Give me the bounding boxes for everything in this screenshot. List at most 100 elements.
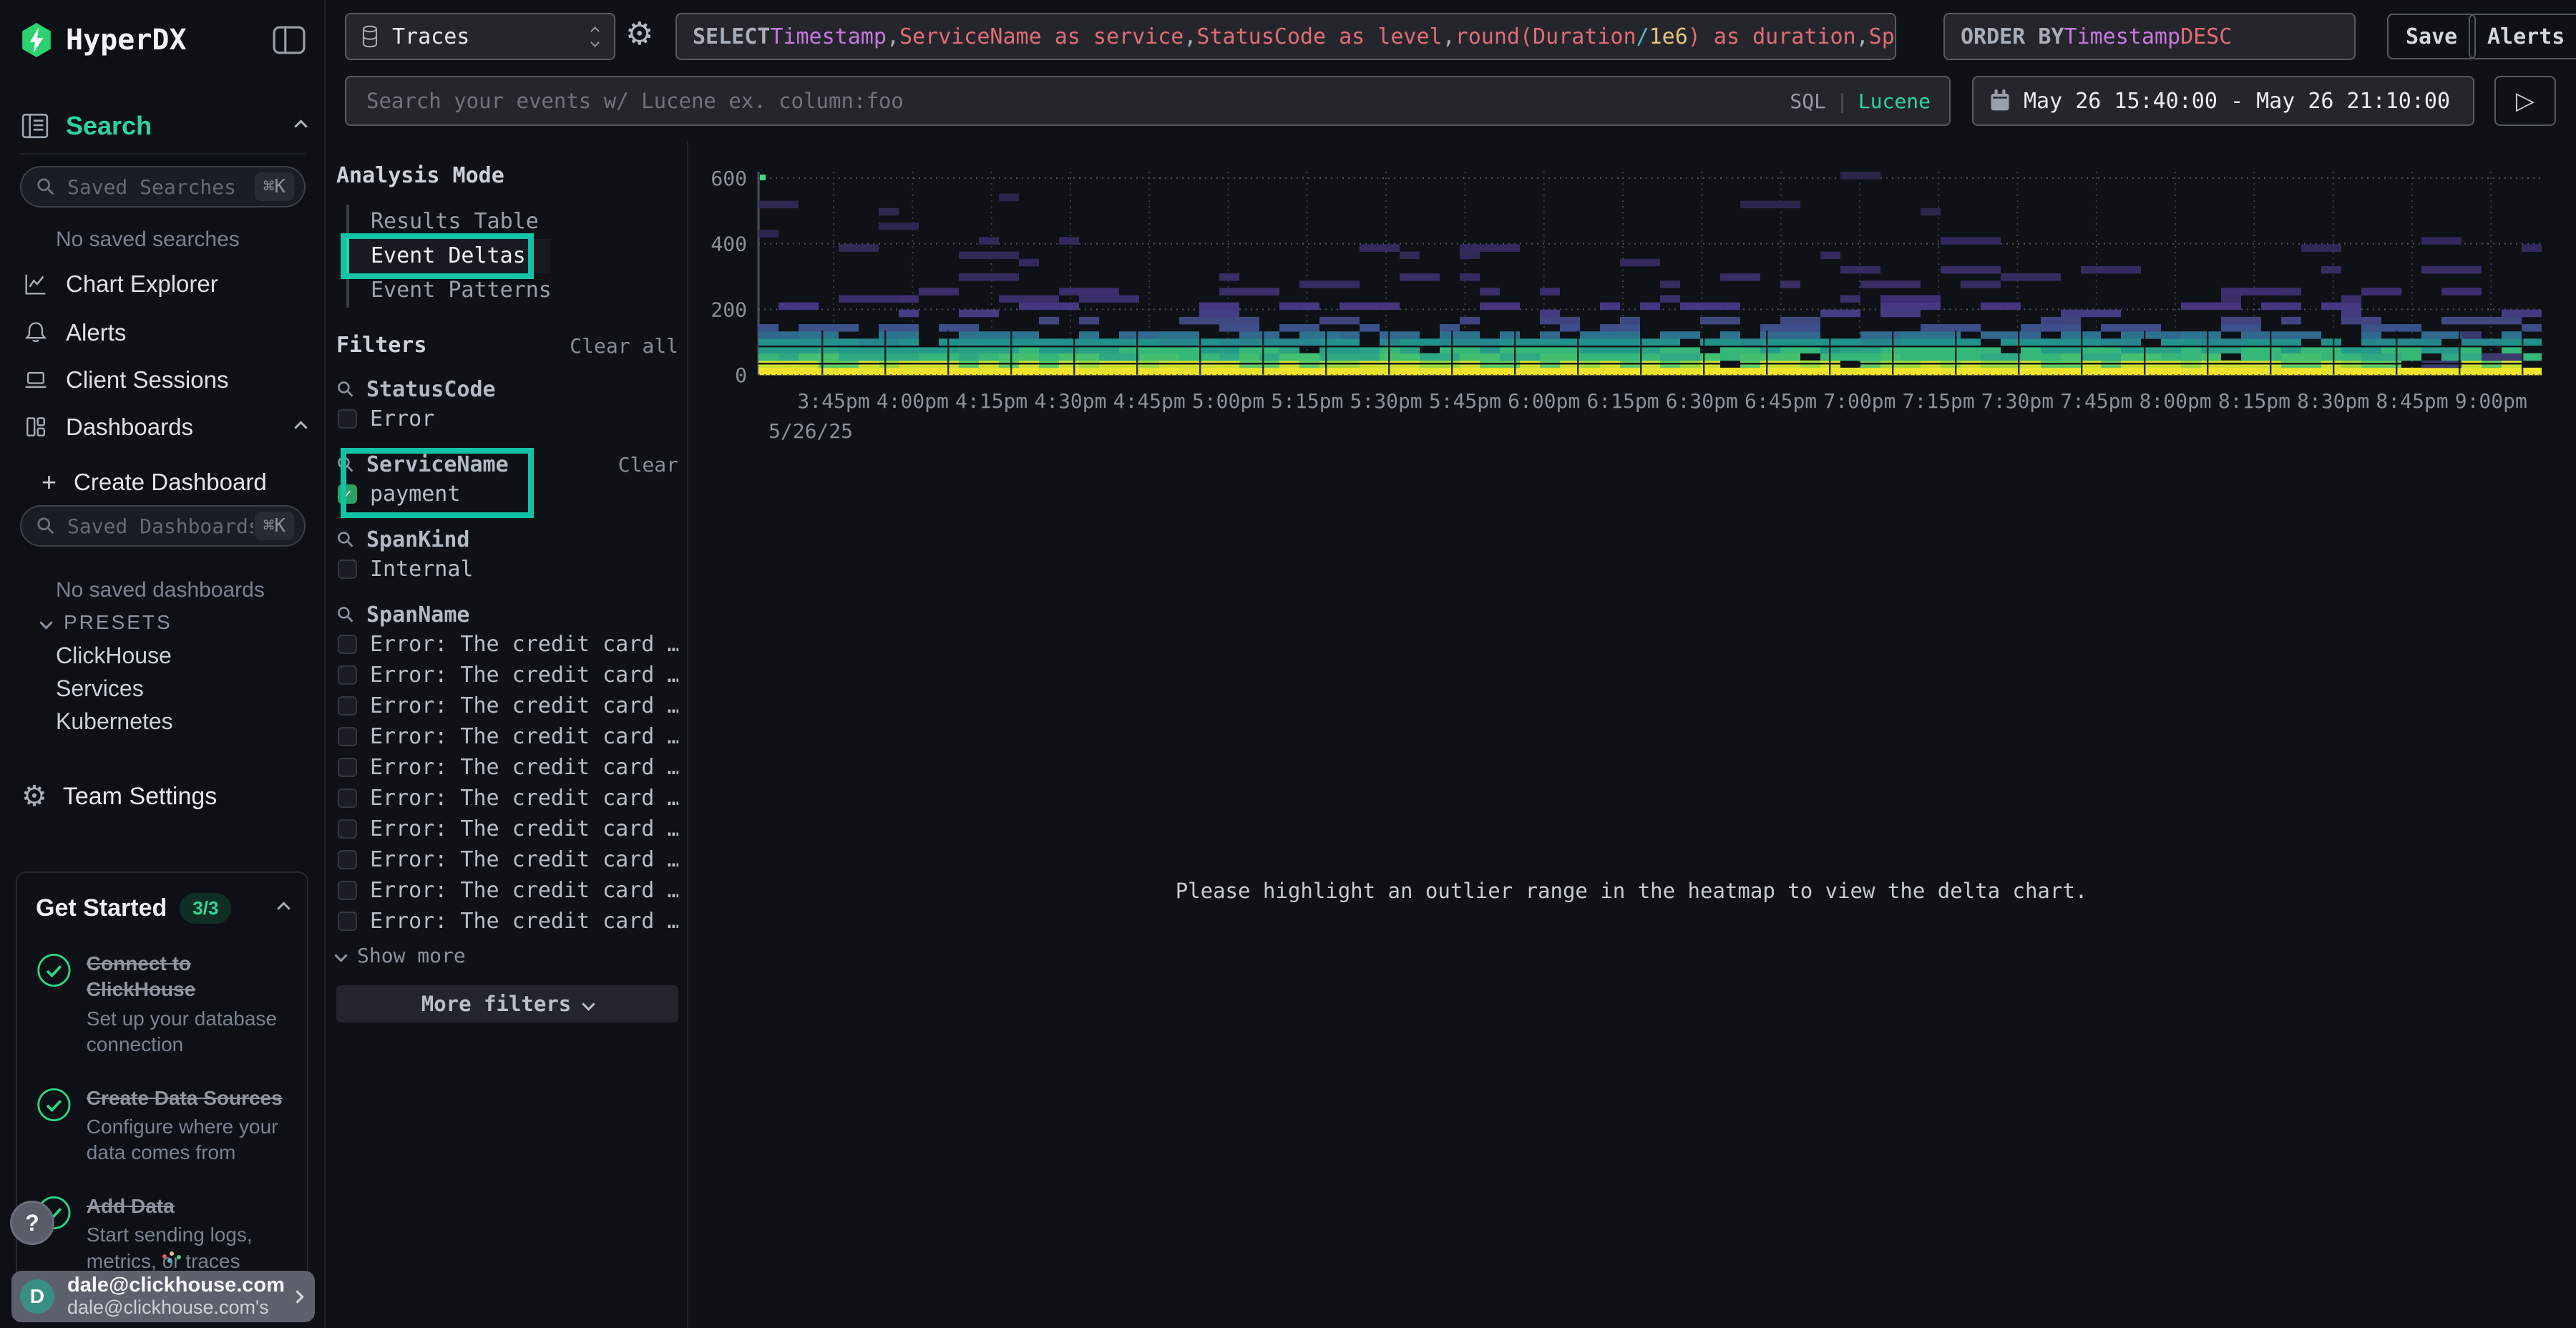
checkbox-icon[interactable] [338,881,357,900]
filter-option-label: Error: The credit card … [370,632,678,657]
sidebar-item-alerts[interactable]: Alerts [20,315,306,351]
saved-dashboards-input[interactable]: ⌘K [20,505,306,547]
filter-option-list: Error: The credit card …Error: The credi… [336,630,678,935]
sidebar-item-search[interactable]: Search [20,107,306,145]
svg-text:0: 0 [735,363,747,387]
panel-toggle-icon[interactable] [273,25,306,55]
language-lucene[interactable]: Lucene [1858,89,1931,113]
filter-option-label: Error: The credit card … [370,878,678,903]
checkbox-icon[interactable] [338,788,357,808]
order-by-editor[interactable]: ORDER BY Timestamp DESC [1943,13,2356,60]
search-icon [336,605,355,624]
preset-item-kubernetes[interactable]: Kubernetes [56,707,306,736]
search-icon [336,530,355,549]
date-range-picker[interactable]: May 26 15:40:00 - May 26 21:10:00 [1972,76,2474,126]
checkbox-icon[interactable] [338,912,357,931]
show-more-button[interactable]: Show more [336,942,678,968]
checkbox-icon[interactable] [338,850,357,869]
sidebar-item-client-sessions[interactable]: Client Sessions [20,362,306,398]
search-icon [36,516,56,536]
alerts-button[interactable]: Alerts [2469,14,2576,59]
filter-option-label: Error [370,406,434,431]
preset-item-services[interactable]: Services [56,674,306,703]
saved-searches-input[interactable]: ⌘K [20,166,306,208]
filter-group-name: StatusCode [366,377,496,402]
more-filters-label: More filters [421,992,572,1016]
select-chevrons-icon [592,28,598,46]
filter-option-row[interactable]: Error: The credit card … [336,660,678,689]
annotation-box-servicename [341,448,534,518]
create-dashboard-button[interactable]: + Create Dashboard [20,467,306,498]
checkbox-icon[interactable] [338,560,357,579]
shortcut-badge: ⌘K [255,512,294,540]
event-search-input[interactable]: SQL | Lucene [345,76,1951,126]
event-search-field[interactable] [365,88,1790,114]
line-chart-icon [20,270,52,298]
duration-heatmap-chart[interactable]: 02004006003:45pm4:00pm4:15pm4:30pm4:45pm… [687,150,2576,458]
checkbox-icon[interactable] [338,665,357,685]
sidebar-item-chart-explorer[interactable]: Chart Explorer [20,266,306,302]
svg-text:7:00pm: 7:00pm [1823,389,1896,413]
clear-all-button[interactable]: Clear all [570,334,678,358]
filter-option-row[interactable]: Error: The credit card … [336,783,678,812]
saved-searches-field[interactable] [66,175,255,200]
user-menu[interactable]: D dale@clickhouse.com dale@clickhouse.co… [11,1271,315,1322]
svg-text:4:45pm: 4:45pm [1113,389,1186,413]
checkbox-icon[interactable] [338,635,357,654]
clear-button[interactable]: Clear [618,453,678,477]
user-email: dale@clickhouse.com [67,1274,293,1297]
svg-text:6:45pm: 6:45pm [1745,389,1817,413]
filter-option-row[interactable]: Error: The credit card … [336,753,678,781]
chevron-up-icon[interactable] [277,902,290,914]
sql-select-editor[interactable]: SELECT Timestamp, ServiceName as service… [675,13,1896,60]
source-settings-gear-icon[interactable]: ⚙ [625,19,653,50]
filter-option-row[interactable]: Error: The credit card … [336,630,678,658]
get-started-item-title: Create Data Sources [87,1085,288,1111]
presets-label: PRESETS [64,611,172,634]
presets-toggle[interactable]: PRESETS [42,610,306,635]
dashboard-grid-icon [20,414,52,440]
get-started-header[interactable]: Get Started 3/3 [36,893,288,924]
filters-header: Filters Clear all [336,333,678,358]
get-started-item[interactable]: Connect to ClickHouse Set up your databa… [36,951,288,1058]
svg-text:8:15pm: 8:15pm [2218,389,2290,413]
sidebar-item-team-settings[interactable]: ⚙ Team Settings [20,778,306,814]
checkbox-icon[interactable] [338,727,357,746]
filter-option-row[interactable]: Internal [336,555,678,583]
sidebar-item-dashboards[interactable]: Dashboards [20,409,306,445]
preset-item-clickhouse[interactable]: ClickHouse [56,641,306,670]
saved-dashboards-field[interactable] [66,514,255,539]
checkbox-icon[interactable] [338,819,357,839]
run-query-button[interactable]: ▷ [2494,76,2556,126]
source-selector[interactable]: Traces [345,13,615,60]
svg-text:200: 200 [711,298,747,321]
filter-group-spanname: SpanName Error: The credit card …Error: … [336,602,678,968]
help-button[interactable]: ? [10,1201,54,1245]
filters-label: Filters [336,333,426,358]
check-circle-icon [36,1085,72,1124]
progress-badge: 3/3 [180,893,231,924]
chevron-up-icon [294,119,307,132]
checkbox-icon[interactable] [338,696,357,716]
language-sql[interactable]: SQL [1790,89,1826,113]
filter-option-row[interactable]: Error [336,404,678,433]
shortcut-badge: ⌘K [255,172,294,201]
query-language-toggle[interactable]: SQL | Lucene [1790,89,1931,113]
language-divider: | [1836,89,1848,113]
save-button[interactable]: Save [2387,14,2476,59]
more-filters-button[interactable]: More filters [336,985,678,1022]
filter-option-label: Error: The credit card … [370,724,678,749]
checkbox-icon[interactable] [338,409,357,429]
filter-option-row[interactable]: Error: The credit card … [336,722,678,751]
filter-option-row[interactable]: Error: The credit card … [336,876,678,904]
filter-option-row[interactable]: Error: The credit card … [336,691,678,720]
filter-option-row[interactable]: Error: The credit card … [336,814,678,843]
sidebar-item-label: Chart Explorer [66,270,306,298]
filter-option-row[interactable]: Error: The credit card … [336,845,678,874]
filter-option-row[interactable]: Error: The credit card … [336,907,678,935]
get-started-item-title: Add Data [87,1193,288,1219]
get-started-item[interactable]: Create Data Sources Configure where your… [36,1085,288,1166]
search-icon [36,177,56,197]
filters-panel: Analysis Mode Results Table Event Deltas… [336,163,678,1022]
checkbox-icon[interactable] [338,758,357,777]
